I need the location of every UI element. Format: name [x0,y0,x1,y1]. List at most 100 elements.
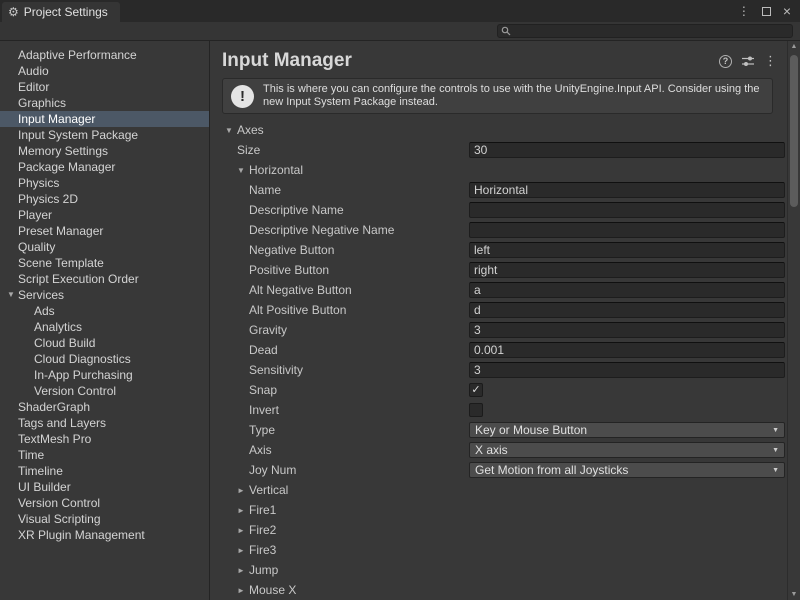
sidebar-item-tags-and-layers[interactable]: Tags and Layers [0,415,209,431]
property-label-text[interactable]: Fire2 [249,523,276,537]
scroll-up-icon[interactable]: ▲ [788,43,800,50]
property-row-mouse-x: ►Mouse X [210,580,787,600]
maximize-icon[interactable] [762,7,771,16]
type-dropdown[interactable]: Key or Mouse Button▼ [469,422,785,438]
sidebar-item-memory-settings[interactable]: Memory Settings [0,143,209,159]
property-row-name: Name [210,180,787,200]
chevron-down-icon: ▼ [772,447,779,454]
sidebar-item-label: Input System Package [18,128,138,142]
property-label-text[interactable]: Axes [237,123,264,137]
window-controls: ⋮ × [738,4,800,22]
dead-input[interactable] [469,342,785,358]
foldout-triangle-icon[interactable]: ▼ [237,166,249,175]
vertical-scrollbar[interactable]: ▲ ▼ [787,41,800,600]
property-label: ►Vertical [210,483,469,497]
foldout-triangle-icon[interactable]: ► [237,526,249,535]
sidebar-item-label: Adaptive Performance [18,48,137,62]
descriptive-name-input[interactable] [469,202,785,218]
name-input[interactable] [469,182,785,198]
positive-button-input[interactable] [469,262,785,278]
sidebar-item-graphics[interactable]: Graphics [0,95,209,111]
sidebar-item-audio[interactable]: Audio [0,63,209,79]
sidebar-item-timeline[interactable]: Timeline [0,463,209,479]
foldout-triangle-icon[interactable]: ▼ [4,287,18,303]
sidebar-item-cloud-build[interactable]: Cloud Build [0,335,209,351]
sidebar-item-adaptive-performance[interactable]: Adaptive Performance [0,47,209,63]
preset-icon[interactable] [741,54,755,68]
sidebar-item-ads[interactable]: Ads [0,303,209,319]
sidebar-item-shadergraph[interactable]: ShaderGraph [0,399,209,415]
scrollbar-thumb[interactable] [790,55,798,207]
axis-dropdown[interactable]: X axis▼ [469,442,785,458]
sidebar-item-physics-2d[interactable]: Physics 2D [0,191,209,207]
property-row-fire2: ►Fire2 [210,520,787,540]
property-field: Get Motion from all Joysticks▼ [469,462,785,478]
property-label-text[interactable]: Fire1 [249,503,276,517]
scroll-down-icon[interactable]: ▼ [788,591,800,598]
sidebar-item-visual-scripting[interactable]: Visual Scripting [0,511,209,527]
sidebar-item-services[interactable]: ▼Services [0,287,209,303]
sidebar-item-in-app-purchasing[interactable]: In-App Purchasing [0,367,209,383]
property-label-text: Descriptive Negative Name [249,223,394,237]
sidebar-item-textmesh-pro[interactable]: TextMesh Pro [0,431,209,447]
sidebar-item-player[interactable]: Player [0,207,209,223]
sidebar-item-cloud-diagnostics[interactable]: Cloud Diagnostics [0,351,209,367]
search-field[interactable] [497,24,793,38]
sidebar-item-package-manager[interactable]: Package Manager [0,159,209,175]
tab-project-settings[interactable]: ⚙ Project Settings [2,2,120,22]
property-row-dead: Dead [210,340,787,360]
sidebar-item-label: Editor [18,80,49,94]
sidebar-item-quality[interactable]: Quality [0,239,209,255]
help-icon[interactable]: ? [719,55,732,68]
property-label-text[interactable]: Jump [249,563,278,577]
size-input[interactable] [469,142,785,158]
descriptive-negative-name-input[interactable] [469,222,785,238]
search-input[interactable] [514,25,789,37]
sensitivity-input[interactable] [469,362,785,378]
foldout-triangle-icon[interactable]: ▼ [225,126,237,135]
invert-checkbox[interactable] [469,403,483,417]
gravity-input[interactable] [469,322,785,338]
property-label: Descriptive Name [210,203,469,217]
close-icon[interactable]: × [783,6,791,16]
sidebar-item-ui-builder[interactable]: UI Builder [0,479,209,495]
sidebar-item-script-execution-order[interactable]: Script Execution Order [0,271,209,287]
sidebar-item-version-control[interactable]: Version Control [0,495,209,511]
joy-num-dropdown[interactable]: Get Motion from all Joysticks▼ [469,462,785,478]
sidebar-item-time[interactable]: Time [0,447,209,463]
foldout-triangle-icon[interactable]: ► [237,546,249,555]
property-label-text: Dead [249,343,278,357]
foldout-triangle-icon[interactable]: ► [237,506,249,515]
sidebar-item-physics[interactable]: Physics [0,175,209,191]
sidebar-item-xr-plugin-management[interactable]: XR Plugin Management [0,527,209,543]
sidebar-item-preset-manager[interactable]: Preset Manager [0,223,209,239]
window-menu-icon[interactable]: ⋮ [738,4,750,18]
foldout-triangle-icon[interactable]: ► [237,486,249,495]
alt-positive-button-input[interactable] [469,302,785,318]
sidebar-item-label: TextMesh Pro [18,432,91,446]
properties-list: ▼AxesSize▼HorizontalNameDescriptive Name… [210,120,787,600]
sidebar-item-editor[interactable]: Editor [0,79,209,95]
alt-negative-button-input[interactable] [469,282,785,298]
negative-button-input[interactable] [469,242,785,258]
property-row-descriptive-negative-name: Descriptive Negative Name [210,220,787,240]
property-row-size: Size [210,140,787,160]
snap-checkbox[interactable]: ✓ [469,383,483,397]
property-label-text[interactable]: Mouse X [249,583,296,597]
property-label-text: Alt Positive Button [249,303,346,317]
property-label-text[interactable]: Vertical [249,483,288,497]
sidebar-item-scene-template[interactable]: Scene Template [0,255,209,271]
property-label: Alt Negative Button [210,283,469,297]
property-label-text[interactable]: Fire3 [249,543,276,557]
sidebar-item-version-control[interactable]: Version Control [0,383,209,399]
more-options-icon[interactable]: ⋮ [764,53,777,69]
sidebar-item-input-system-package[interactable]: Input System Package [0,127,209,143]
property-label-text: Gravity [249,323,287,337]
property-label-text: Axis [249,443,272,457]
foldout-triangle-icon[interactable]: ► [237,566,249,575]
property-label-text[interactable]: Horizontal [249,163,303,177]
foldout-triangle-icon[interactable]: ► [237,586,249,595]
sidebar-item-label: Services [18,288,64,302]
sidebar-item-analytics[interactable]: Analytics [0,319,209,335]
sidebar-item-input-manager[interactable]: Input Manager [0,111,209,127]
